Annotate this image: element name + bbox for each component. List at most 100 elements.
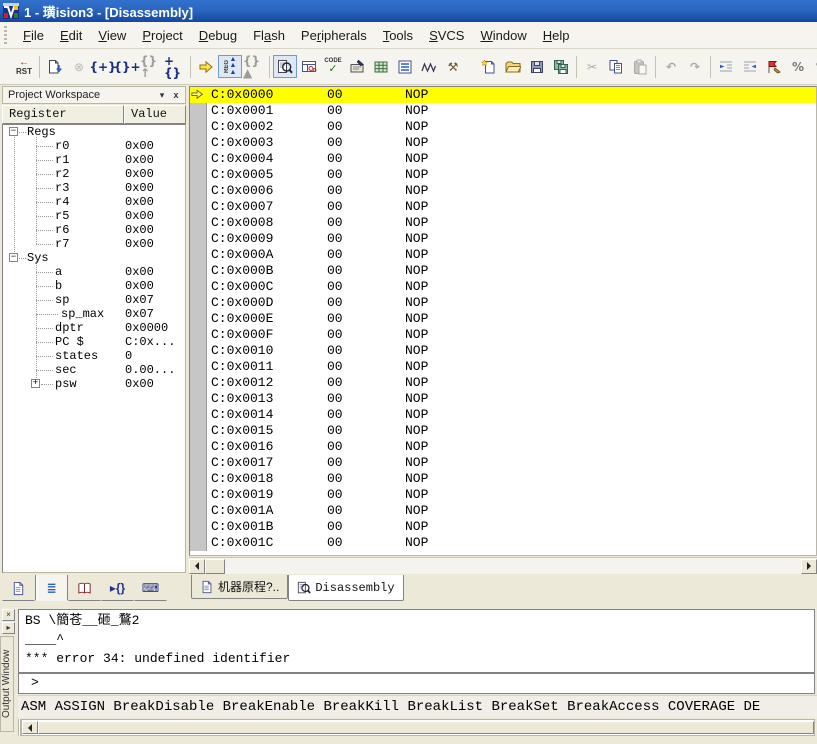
breakpoint-gutter[interactable] (190, 455, 207, 471)
breakpoint-gutter[interactable] (190, 519, 207, 535)
register-row-b[interactable]: b0x00 (3, 279, 185, 293)
scroll-left-button[interactable] (22, 721, 38, 734)
register-row-r4[interactable]: r40x00 (3, 195, 185, 209)
disassembly-row[interactable]: C:0x000F00NOP (190, 327, 816, 343)
menu-peripherals[interactable]: Peripherals (293, 25, 375, 46)
save-button[interactable] (525, 55, 549, 78)
breakpoint-gutter[interactable] (190, 119, 207, 135)
breakpoint-gutter[interactable] (190, 263, 207, 279)
output-close-button[interactable]: × (2, 609, 15, 621)
menu-file[interactable]: File (15, 25, 52, 46)
serial-window-button[interactable] (345, 55, 369, 78)
menu-tools[interactable]: Tools (375, 25, 421, 46)
breakpoint-gutter[interactable] (190, 327, 207, 343)
copy-button[interactable] (604, 55, 628, 78)
scroll-thumb[interactable] (205, 559, 225, 574)
breakpoint-gutter[interactable] (190, 151, 207, 167)
disassembly-row[interactable]: C:0x000400NOP (190, 151, 816, 167)
breakpoint-gutter[interactable] (190, 183, 207, 199)
breakpoint-gutter[interactable] (190, 231, 207, 247)
register-row-regs[interactable]: −Regs (3, 125, 185, 139)
breakpoint-gutter[interactable] (190, 535, 207, 551)
breakpoint-gutter[interactable] (190, 343, 207, 359)
register-row-r2[interactable]: r20x00 (3, 167, 185, 181)
tab-source-file[interactable]: 机器原程?.. (191, 575, 288, 599)
redo-button[interactable]: ↷ (683, 55, 707, 78)
undo-button[interactable]: ↶ (659, 55, 683, 78)
breakpoint-gutter[interactable] (190, 487, 207, 503)
register-row-states[interactable]: states0 (3, 349, 185, 363)
menu-project[interactable]: Project (134, 25, 190, 46)
paste-button[interactable] (628, 55, 652, 78)
breakpoint-gutter[interactable] (190, 135, 207, 151)
breakpoint-gutter[interactable] (190, 87, 207, 103)
column-header-register[interactable]: Register (2, 105, 124, 124)
breakpoint-gutter[interactable] (190, 247, 207, 263)
new-file-button[interactable] (477, 55, 501, 78)
app-icon[interactable] (3, 3, 19, 19)
disassembly-row[interactable]: C:0x000600NOP (190, 183, 816, 199)
disassembly-row[interactable]: C:0x001900NOP (190, 487, 816, 503)
disassembly-row[interactable]: C:0x000200NOP (190, 119, 816, 135)
run-button[interactable] (43, 55, 67, 78)
expand-icon[interactable]: + (31, 379, 40, 388)
menu-svcs[interactable]: SVCS (421, 25, 472, 46)
disassembly-row[interactable]: C:0x000B00NOP (190, 263, 816, 279)
register-row-sp[interactable]: sp0x07 (3, 293, 185, 307)
breakpoint-gutter[interactable] (190, 471, 207, 487)
register-row-dptr[interactable]: dptr0x0000 (3, 321, 185, 335)
disassembly-row[interactable]: C:0x000D00NOP (190, 295, 816, 311)
disassembly-row[interactable]: C:0x000C00NOP (190, 279, 816, 295)
toggle-bookmark-button[interactable] (762, 55, 786, 78)
memory-window-button[interactable] (369, 55, 393, 78)
workspace-tab-regs[interactable]: ≣ (35, 575, 68, 601)
disassembly-row[interactable]: C:0x001600NOP (190, 439, 816, 455)
save-all-button[interactable] (549, 55, 573, 78)
registers-window-button[interactable]: REG▲▲▲ (218, 55, 242, 78)
breakpoint-gutter[interactable] (190, 407, 207, 423)
code-coverage-button[interactable]: CODE✓ (321, 55, 345, 78)
scroll-right-button[interactable] (801, 559, 817, 574)
breakpoint-gutter[interactable] (190, 167, 207, 183)
cut-button[interactable]: ✂ (580, 55, 604, 78)
disassembly-row[interactable]: C:0x001300NOP (190, 391, 816, 407)
breakpoint-gutter[interactable] (190, 375, 207, 391)
workspace-tab-files[interactable] (2, 575, 35, 601)
workspace-close-button[interactable]: x (169, 89, 183, 102)
breakpoint-gutter[interactable] (190, 295, 207, 311)
breakpoint-gutter[interactable] (190, 279, 207, 295)
menu-window[interactable]: Window (472, 25, 534, 46)
workspace-tab-functions[interactable]: ▸{} (101, 575, 134, 601)
scroll-left-button[interactable] (189, 559, 205, 574)
open-file-button[interactable] (501, 55, 525, 78)
next-bookmark-button[interactable]: % (786, 55, 810, 78)
breakpoint-gutter[interactable] (190, 103, 207, 119)
register-row-r6[interactable]: r60x00 (3, 223, 185, 237)
menu-edit[interactable]: Edit (52, 25, 90, 46)
column-header-value[interactable]: Value (124, 105, 186, 124)
disassembly-row[interactable]: C:0x000800NOP (190, 215, 816, 231)
breakpoint-gutter[interactable] (190, 199, 207, 215)
collapse-icon[interactable]: − (9, 127, 18, 136)
disassembly-row[interactable]: C:0x001400NOP (190, 407, 816, 423)
disassembly-row[interactable]: C:0x000900NOP (190, 231, 816, 247)
disassembly-row[interactable]: C:0x001A00NOP (190, 503, 816, 519)
menubar-grip[interactable] (4, 26, 7, 44)
disassembly-row[interactable]: C:0x000A00NOP (190, 247, 816, 263)
disassembly-row[interactable]: C:0x000500NOP (190, 167, 816, 183)
reset-button[interactable]: ←RST (12, 55, 36, 78)
disassembly-window-button[interactable] (273, 55, 297, 78)
call-stack-button[interactable]: {}▲ (242, 55, 266, 78)
output-expand-button[interactable]: ▸ (2, 622, 15, 634)
outdent-button[interactable] (738, 55, 762, 78)
disassembly-row[interactable]: C:0x001100NOP (190, 359, 816, 375)
breakpoint-gutter[interactable] (190, 215, 207, 231)
scroll-thumb[interactable] (38, 721, 814, 734)
disassembly-row[interactable]: C:0x001B00NOP (190, 519, 816, 535)
performance-analyzer-button[interactable] (297, 55, 321, 78)
breakpoint-gutter[interactable] (190, 391, 207, 407)
menu-debug[interactable]: Debug (191, 25, 245, 46)
register-row-sys[interactable]: −Sys (3, 251, 185, 265)
collapse-icon[interactable]: − (9, 253, 18, 262)
disassembly-row[interactable]: C:0x001200NOP (190, 375, 816, 391)
